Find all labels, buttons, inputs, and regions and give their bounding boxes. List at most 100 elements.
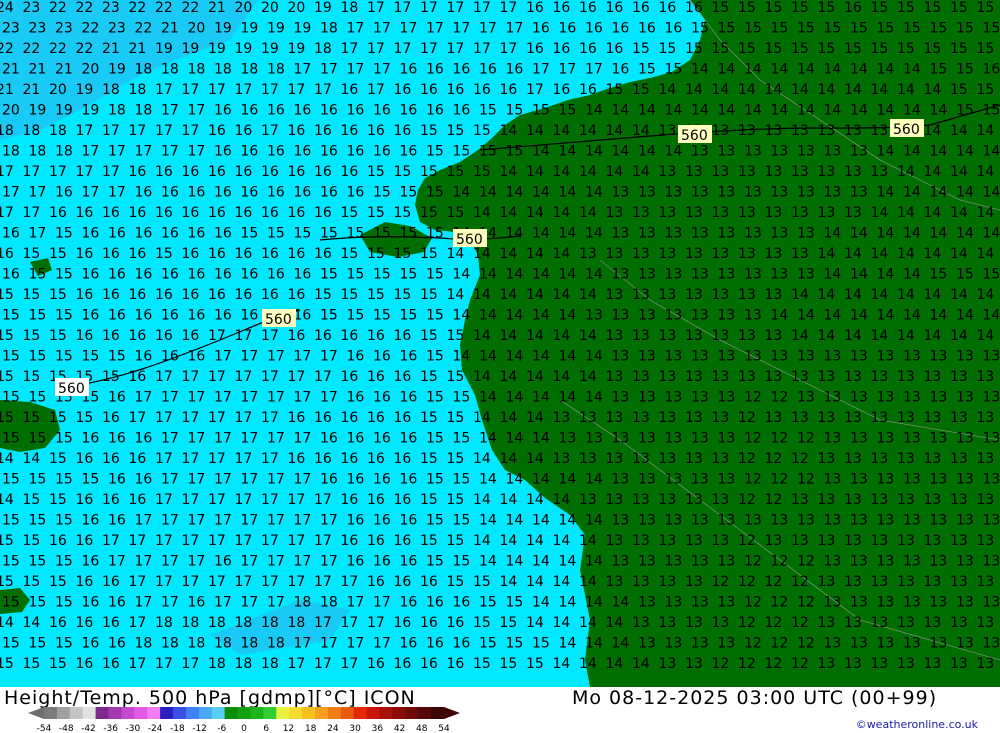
temperature-label: 14 — [526, 164, 544, 180]
scale-swatch — [160, 707, 174, 719]
temperature-label: 13 — [685, 205, 703, 221]
temperature-label: 14 — [585, 554, 603, 570]
temperature-label: 13 — [977, 492, 995, 508]
temperature-label: 12 — [791, 615, 809, 631]
temperature-label: 16 — [129, 205, 147, 221]
temperature-label: 17 — [155, 82, 173, 98]
temperature-label: 16 — [314, 205, 332, 221]
scale-swatch — [95, 707, 110, 719]
temperature-label: 17 — [314, 656, 332, 672]
temperature-label: 13 — [612, 513, 630, 529]
temperature-label: 17 — [208, 451, 226, 467]
temperature-label: 17 — [420, 41, 438, 57]
temperature-label: 14 — [685, 82, 703, 98]
temperature-label: 16 — [49, 533, 67, 549]
temperature-label: 15 — [400, 308, 418, 324]
temperature-label: 17 — [102, 533, 120, 549]
scale-tick-label: -6 — [217, 724, 226, 733]
temperature-label: 18 — [155, 615, 173, 631]
scale-arrow-left — [28, 707, 44, 719]
temperature-label: 14 — [665, 144, 683, 160]
temperature-label: 15 — [2, 349, 20, 365]
temperature-label: 13 — [903, 636, 921, 652]
temperature-label: 14 — [479, 554, 497, 570]
temperature-label: 17 — [347, 595, 365, 611]
temperature-label: 14 — [585, 390, 603, 406]
temperature-label: 16 — [102, 492, 120, 508]
temperature-label: 18 — [135, 62, 153, 78]
temperature-label: 14 — [744, 103, 762, 119]
scale-swatch — [302, 707, 316, 719]
temperature-label: 23 — [23, 0, 41, 16]
temperature-label: 18 — [29, 144, 47, 160]
temperature-label: 14 — [850, 62, 868, 78]
temperature-label: 16 — [526, 41, 544, 57]
temperature-label: 13 — [977, 533, 995, 549]
temperature-label: 19 — [76, 82, 94, 98]
temperature-label: 16 — [526, 0, 544, 16]
temperature-label: 15 — [426, 144, 444, 160]
temperature-label: 13 — [585, 308, 603, 324]
temperature-label: 16 — [129, 328, 147, 344]
temperature-label: 17 — [500, 41, 518, 57]
temperature-label: 13 — [797, 390, 815, 406]
temperature-label: 16 — [314, 123, 332, 139]
temperature-label: 17 — [23, 205, 41, 221]
temperature-label: 13 — [712, 369, 730, 385]
temperature-label: 14 — [924, 246, 942, 262]
temperature-label: 14 — [877, 308, 895, 324]
temperature-label: 16 — [612, 21, 630, 37]
scale-swatch — [134, 707, 148, 719]
temperature-label: 13 — [897, 451, 915, 467]
temperature-label: 15 — [294, 226, 312, 242]
temperature-label: 16 — [347, 554, 365, 570]
temperature-label: 16 — [294, 308, 312, 324]
temperature-label: 17 — [294, 62, 312, 78]
temperature-label: 15 — [506, 103, 524, 119]
temperature-label: 16 — [235, 246, 253, 262]
temperature-label: 16 — [82, 636, 100, 652]
temperature-label: 13 — [659, 287, 677, 303]
temperature-label: 16 — [261, 164, 279, 180]
scale-tick-label: 30 — [349, 724, 361, 733]
credit-link[interactable]: ©weatheronline.co.uk — [856, 718, 978, 731]
temperature-label: 13 — [871, 451, 889, 467]
temperature-label: 13 — [744, 185, 762, 201]
temperature-label: 13 — [877, 595, 895, 611]
temperature-label: 13 — [818, 369, 836, 385]
temperature-label: 16 — [182, 328, 200, 344]
temperature-label: 13 — [818, 656, 836, 672]
temperature-label: 13 — [977, 615, 995, 631]
temperature-label: 18 — [235, 615, 253, 631]
temperature-label: 17 — [108, 554, 126, 570]
temperature-label: 14 — [506, 554, 524, 570]
temperature-label: 13 — [712, 287, 730, 303]
temperature-label: 17 — [314, 533, 332, 549]
temperature-label: 16 — [82, 513, 100, 529]
temperature-label: 14 — [506, 185, 524, 201]
temperature-label: 13 — [665, 554, 683, 570]
temperature-label: 17 — [2, 185, 20, 201]
temperature-label: 14 — [950, 164, 968, 180]
temperature-label: 12 — [744, 390, 762, 406]
temperature-label: 14 — [903, 226, 921, 242]
temperature-label: 13 — [659, 123, 677, 139]
temperature-label: 13 — [924, 574, 942, 590]
temperature-label: 17 — [294, 390, 312, 406]
temperature-label: 15 — [506, 144, 524, 160]
temperature-label: 14 — [930, 308, 948, 324]
temperature-label: 16 — [102, 656, 120, 672]
temperature-label: 14 — [526, 615, 544, 631]
temperature-label: 17 — [341, 656, 359, 672]
temperature-label: 17 — [314, 615, 332, 631]
temperature-label: 16 — [82, 431, 100, 447]
temperature-label: 15 — [55, 349, 73, 365]
temperature-label: 14 — [818, 82, 836, 98]
temperature-label: 14 — [473, 246, 491, 262]
temperature-label: 17 — [214, 431, 232, 447]
temperature-label: 14 — [659, 82, 677, 98]
temperature-label: 14 — [473, 328, 491, 344]
scale-tick-label: 54 — [438, 724, 450, 733]
temperature-label: 14 — [638, 103, 656, 119]
temperature-label: 17 — [267, 513, 285, 529]
